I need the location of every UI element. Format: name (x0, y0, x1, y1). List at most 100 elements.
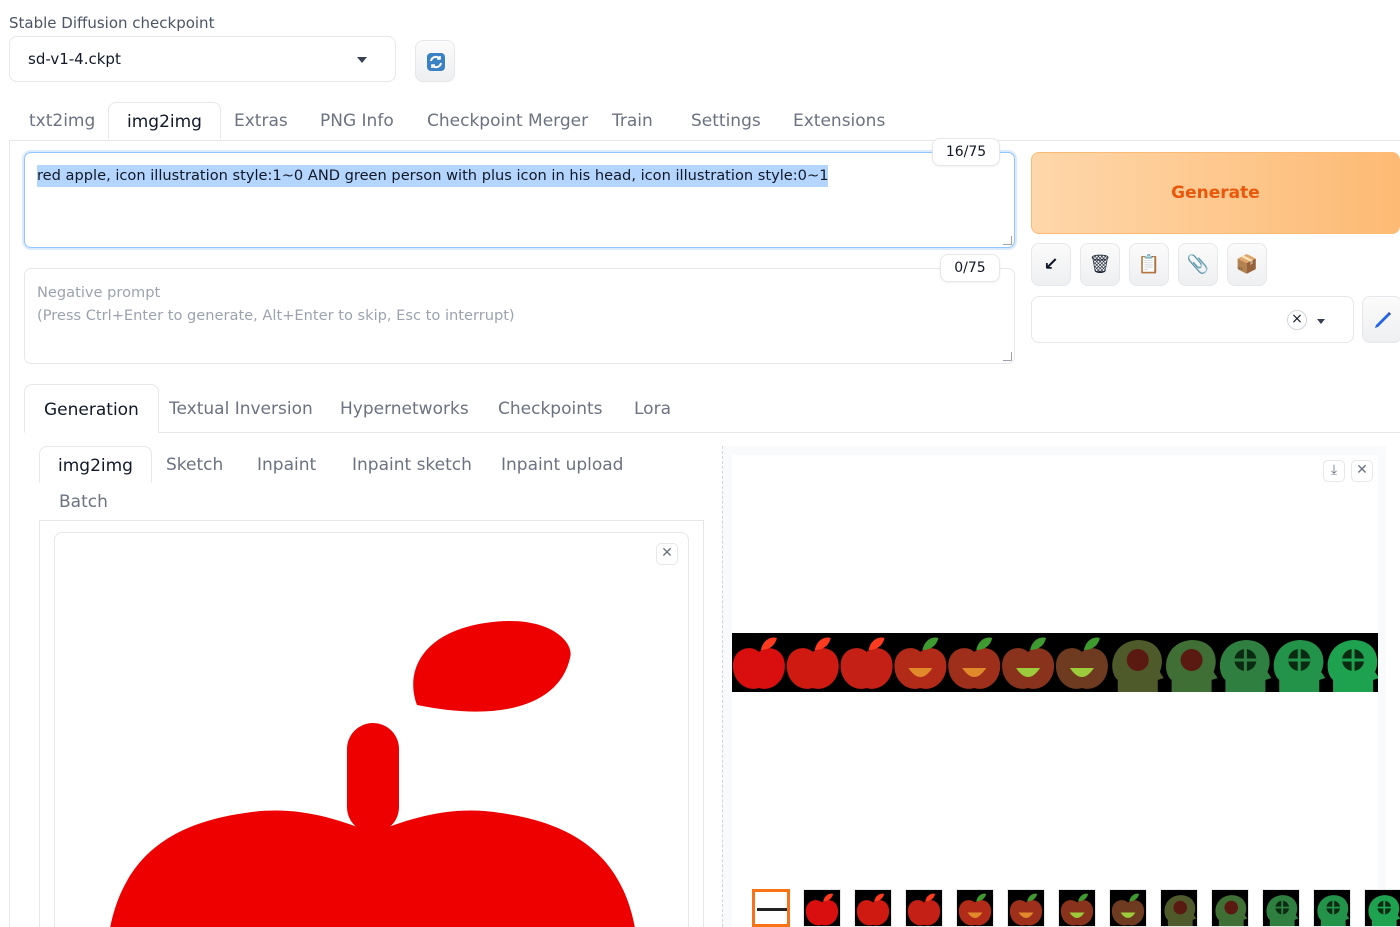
thumbnail-preview (1368, 895, 1400, 926)
thumbnail-image[interactable] (1160, 889, 1198, 927)
close-icon[interactable]: ✕ (656, 543, 678, 565)
thumbnail-image[interactable] (1211, 889, 1249, 927)
thumbnail-image[interactable] (1058, 889, 1096, 927)
arrow-down-left-icon: ↙ (1043, 254, 1059, 275)
generated-frame-3 (840, 637, 893, 689)
tab-txt2img[interactable]: txt2img (29, 102, 95, 140)
generated-frame-5 (948, 637, 1001, 689)
panel-border (9, 140, 10, 927)
chevron-down-icon (357, 57, 367, 63)
thumbnail-image[interactable] (1109, 889, 1147, 927)
save-style-button[interactable]: 📦 (1227, 243, 1267, 286)
tab-textual-inversion[interactable]: Textual Inversion (169, 384, 313, 432)
extra-networks-tabs: Generation Textual Inversion Hypernetwor… (24, 384, 1400, 433)
thumbnail-preview (805, 893, 839, 926)
package-icon: 📦 (1235, 254, 1259, 275)
tab-lora[interactable]: Lora (634, 384, 671, 432)
tab-generation[interactable]: Generation (24, 384, 159, 433)
main-tabs: txt2img img2img Extras PNG Info Checkpoi… (9, 102, 1400, 141)
tab-checkpoints[interactable]: Checkpoints (498, 384, 603, 432)
red-apple-image (110, 621, 635, 927)
close-icon[interactable]: × (1287, 310, 1307, 330)
thumbnail-preview (1111, 893, 1145, 926)
generated-frame-6 (1002, 637, 1055, 689)
input-image[interactable]: ✕ (54, 532, 689, 927)
prompt-token-counter: 16/75 (932, 138, 1000, 166)
tab-extras[interactable]: Extras (234, 102, 288, 140)
thumbnail-image[interactable] (956, 889, 994, 927)
tab-png-info[interactable]: PNG Info (320, 102, 394, 140)
generated-frame-5 (1009, 893, 1043, 926)
generated-frame-10 (1219, 640, 1272, 692)
resize-handle[interactable] (1003, 236, 1012, 245)
show-extra-networks-button[interactable]: 📋 (1129, 243, 1169, 286)
close-icon[interactable]: ✕ (1351, 460, 1373, 482)
tab-img2img[interactable]: img2img (108, 102, 221, 139)
generated-frame-2 (786, 637, 839, 689)
thumbnail-image[interactable] (1313, 889, 1351, 927)
paperclip-icon: 📎 (1186, 254, 1210, 275)
clear-prompt-button[interactable]: 🗑 (1080, 243, 1120, 286)
thumbnail-image[interactable] (803, 889, 841, 927)
refresh-icon (427, 53, 445, 71)
generate-button[interactable]: Generate (1031, 152, 1400, 234)
generated-frame-7 (1055, 637, 1108, 689)
tab-inpaint-upload[interactable]: Inpaint upload (501, 446, 623, 483)
styles-dropdown[interactable]: × (1031, 296, 1354, 343)
generated-frame-1 (732, 637, 785, 689)
download-icon[interactable]: ⤓ (1323, 460, 1345, 482)
resize-handle[interactable] (1003, 352, 1012, 361)
output-image-grid[interactable] (732, 633, 1378, 692)
tab-inpaint[interactable]: Inpaint (257, 446, 316, 483)
tab-img2img-input[interactable]: img2img (39, 446, 152, 483)
generated-frame-10 (1266, 895, 1299, 926)
prompt-text: red apple, icon illustration style:1~0 A… (37, 165, 829, 187)
generated-frame-12 (1368, 895, 1400, 926)
edit-styles-button[interactable] (1362, 296, 1400, 343)
generated-frame-11 (1273, 640, 1326, 692)
generated-frame-9 (1215, 895, 1248, 926)
thumbnail-image[interactable] (1262, 889, 1300, 927)
chevron-down-icon (1317, 319, 1325, 324)
negative-prompt-textarea[interactable]: Negative prompt (Press Ctrl+Enter to gen… (24, 268, 1015, 364)
refresh-checkpoint-button[interactable] (415, 40, 455, 82)
tab-batch[interactable]: Batch (59, 483, 108, 520)
tab-extensions[interactable]: Extensions (793, 102, 885, 140)
generated-frame-2 (856, 893, 890, 926)
generated-frame-8 (1164, 895, 1197, 926)
tab-settings[interactable]: Settings (691, 102, 761, 140)
thumbnail-image[interactable] (905, 889, 943, 927)
thumbnail-image[interactable] (854, 889, 892, 927)
apply-styles-button[interactable]: 📎 (1178, 243, 1218, 286)
clipboard-icon: 📋 (1137, 254, 1161, 275)
checkpoint-label: Stable Diffusion checkpoint (9, 14, 215, 32)
negative-prompt-token-counter: 0/75 (940, 254, 1000, 282)
checkpoint-dropdown[interactable]: sd-v1-4.ckpt (9, 36, 396, 82)
thumbnail-image[interactable] (1007, 889, 1045, 927)
trash-icon: 🗑 (1088, 254, 1112, 275)
read-generation-params-button[interactable]: ↙ (1031, 243, 1071, 286)
generated-frame-3 (907, 893, 941, 926)
generated-frame-4 (958, 893, 992, 926)
tab-inpaint-sketch[interactable]: Inpaint sketch (352, 446, 472, 483)
generated-frame-11 (1317, 895, 1350, 926)
generated-frame-7 (1111, 893, 1145, 926)
generated-frame-8 (1112, 640, 1164, 692)
thumbnail-image[interactable] (1364, 889, 1400, 927)
thumbnail-preview (1060, 893, 1094, 926)
input-mode-tabs: img2img Sketch Inpaint Inpaint sketch In… (39, 446, 703, 521)
tab-train[interactable]: Train (612, 102, 653, 140)
prompt-textarea[interactable]: red apple, icon illustration style:1~0 A… (24, 152, 1015, 248)
tab-checkpoint-merger[interactable]: Checkpoint Merger (427, 102, 588, 140)
tab-sketch[interactable]: Sketch (166, 446, 223, 483)
thumbnail-preview (958, 893, 992, 926)
thumbnail-preview (1009, 893, 1043, 926)
negative-prompt-hint: (Press Ctrl+Enter to generate, Alt+Enter… (37, 307, 515, 324)
thumbnail-preview (1317, 895, 1350, 926)
thumbnail-grid[interactable] (752, 889, 790, 927)
pencil-icon (1375, 312, 1391, 328)
checkpoint-value: sd-v1-4.ckpt (28, 50, 121, 68)
generated-frame-4 (894, 637, 947, 689)
tab-hypernetworks[interactable]: Hypernetworks (340, 384, 469, 432)
frames-strip (732, 637, 1378, 692)
